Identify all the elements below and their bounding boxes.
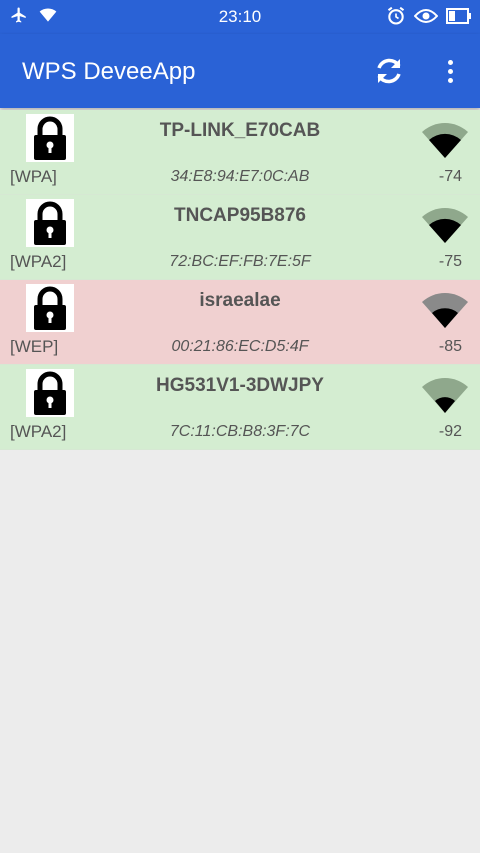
network-list: TP-LINK_E70CAB [WPA] 34:E8:94:E7:0C:AB -…	[0, 110, 480, 450]
wifi-signal-icon	[420, 118, 470, 160]
lock-icon	[26, 199, 74, 247]
battery-icon	[446, 8, 472, 29]
network-ssid: HG531V1-3DWJPY	[156, 375, 324, 396]
network-bssid: 00:21:86:EC:D5:4F	[171, 338, 309, 355]
overflow-menu-button[interactable]	[438, 54, 462, 88]
app-bar: WPS DeveeApp	[0, 34, 480, 108]
wifi-signal-icon	[420, 203, 470, 245]
network-row[interactable]: TNCAP95B876 [WPA2] 72:BC:EF:FB:7E:5F -75	[0, 195, 480, 280]
status-bar: 23:10	[0, 0, 480, 34]
lock-icon	[26, 114, 74, 162]
lock-icon	[26, 284, 74, 332]
network-ssid: TNCAP95B876	[174, 205, 306, 226]
network-security: [WEP]	[10, 337, 59, 356]
network-rssi: -85	[438, 338, 462, 355]
network-row[interactable]: HG531V1-3DWJPY [WPA2] 7C:11:CB:B8:3F:7C …	[0, 365, 480, 450]
app-title: WPS DeveeApp	[22, 58, 196, 85]
network-ssid: israealae	[199, 290, 281, 311]
network-rssi: -92	[438, 423, 462, 440]
network-security: [WPA]	[10, 167, 57, 186]
wifi-signal-icon	[420, 288, 470, 330]
wifi-signal-icon	[420, 373, 470, 415]
alarm-icon	[386, 6, 406, 31]
network-rssi: -75	[438, 253, 462, 270]
network-ssid: TP-LINK_E70CAB	[159, 120, 321, 141]
eye-icon	[413, 8, 439, 29]
lock-icon	[26, 369, 74, 417]
network-row[interactable]: israealae [WEP] 00:21:86:EC:D5:4F -85	[0, 280, 480, 365]
network-bssid: 72:BC:EF:FB:7E:5F	[169, 253, 311, 270]
overflow-menu-icon	[447, 59, 453, 65]
network-rssi: -74	[438, 168, 462, 185]
network-security: [WPA2]	[10, 422, 67, 441]
status-right-icons	[386, 6, 472, 31]
network-bssid: 7C:11:CB:B8:3F:7C	[169, 423, 311, 440]
network-bssid: 34:E8:94:E7:0C:AB	[170, 168, 310, 185]
network-security: [WPA2]	[10, 252, 67, 271]
network-row[interactable]: TP-LINK_E70CAB [WPA] 34:E8:94:E7:0C:AB -…	[0, 110, 480, 195]
refresh-icon	[377, 58, 401, 84]
refresh-button[interactable]	[372, 54, 406, 88]
